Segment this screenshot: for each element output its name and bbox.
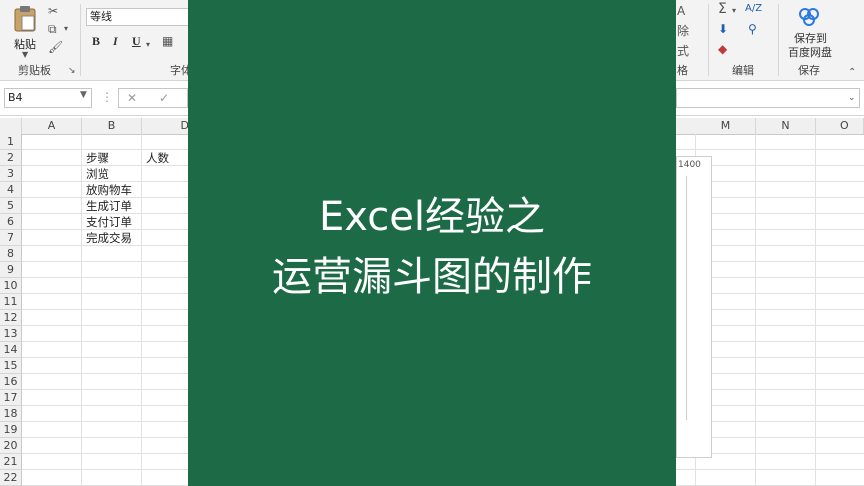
cell-b5[interactable]: 生成订单 <box>84 198 132 214</box>
row-header[interactable]: 8 <box>0 246 22 262</box>
title-overlay: Excel经验之 运营漏斗图的制作 <box>188 0 676 486</box>
gridline <box>815 134 816 486</box>
clipboard-group-label: 剪贴板 <box>18 64 51 77</box>
cell-b6[interactable]: 支付订单 <box>84 214 132 230</box>
row-header[interactable]: 16 <box>0 374 22 390</box>
more-options-icon[interactable]: ⋮ <box>101 90 113 104</box>
row-header[interactable]: 5 <box>0 198 22 214</box>
row-header[interactable]: 1 <box>0 134 22 150</box>
row-header[interactable]: 11 <box>0 294 22 310</box>
column-header-a[interactable]: A <box>22 118 82 134</box>
chevron-down-icon[interactable]: ▼ <box>80 90 87 100</box>
chevron-down-icon[interactable]: ▾ <box>64 22 68 36</box>
select-all-corner[interactable] <box>0 118 22 134</box>
row-header[interactable]: 13 <box>0 326 22 342</box>
clear-icon[interactable]: ◆ <box>718 42 727 56</box>
cell-b3[interactable]: 浏览 <box>84 166 109 182</box>
dialog-launcher-icon[interactable]: ↘ <box>68 64 76 78</box>
overlay-title-line-1: Excel经验之 <box>319 194 545 240</box>
save-to-baidu-label-line2[interactable]: 百度网盘 <box>788 46 832 60</box>
cells-group-label: 格 <box>677 64 688 77</box>
chart-tick-label: 1400 <box>678 160 701 170</box>
clipboard-icon <box>14 6 36 32</box>
chevron-down-icon[interactable]: ▾ <box>146 38 150 52</box>
row-header[interactable]: 12 <box>0 310 22 326</box>
overlay-title-line-2: 运营漏斗图的制作 <box>272 254 592 300</box>
cell-b7[interactable]: 完成交易 <box>84 230 132 246</box>
row-header[interactable]: 14 <box>0 342 22 358</box>
ribbon-separator <box>80 4 81 76</box>
cell-c2[interactable]: 人数 <box>144 150 169 166</box>
gridline <box>141 134 142 486</box>
column-header-m[interactable]: M <box>696 118 756 134</box>
styles-partial-label-3: 式 <box>677 44 690 58</box>
collapse-ribbon-icon[interactable]: ⌃ <box>848 66 856 80</box>
row-header[interactable]: 20 <box>0 438 22 454</box>
chevron-down-icon: ▼ <box>22 50 29 59</box>
save-to-baidu-label-line1[interactable]: 保存到 <box>794 32 827 46</box>
format-painter-icon[interactable]: 🖌 <box>48 40 63 54</box>
row-header[interactable]: 9 <box>0 262 22 278</box>
column-header-o[interactable]: O <box>816 118 864 134</box>
font-name-input[interactable]: 等线 <box>86 8 190 26</box>
column-header-n[interactable]: N <box>756 118 816 134</box>
gridline <box>755 134 756 486</box>
baidu-cloud-icon[interactable] <box>798 6 820 26</box>
bold-button[interactable]: B <box>92 34 100 49</box>
chevron-down-icon[interactable]: ▾ <box>732 4 736 18</box>
expand-formula-bar-icon[interactable]: ⌄ <box>848 91 856 105</box>
border-icon[interactable]: ▦ <box>162 34 173 48</box>
underline-button[interactable]: U <box>132 34 141 49</box>
enter-icon[interactable]: ✓ <box>159 91 169 105</box>
editing-group-label: 编辑 <box>732 64 754 77</box>
row-header[interactable]: 17 <box>0 390 22 406</box>
row-header[interactable]: 3 <box>0 166 22 182</box>
copy-icon[interactable]: ⧉ <box>48 22 57 36</box>
row-header[interactable]: 7 <box>0 230 22 246</box>
column-header-b[interactable]: B <box>82 118 142 134</box>
gridline <box>81 134 82 486</box>
italic-button[interactable]: I <box>113 34 118 49</box>
cancel-icon[interactable]: ✕ <box>127 91 137 105</box>
save-group-label: 保存 <box>798 64 820 77</box>
styles-partial-label-2: 除 <box>677 24 690 38</box>
row-header[interactable]: 4 <box>0 182 22 198</box>
cell-b2[interactable]: 步骤 <box>84 150 109 166</box>
row-header[interactable]: 18 <box>0 406 22 422</box>
name-box[interactable]: B4 <box>4 88 92 108</box>
row-header[interactable]: 21 <box>0 454 22 470</box>
row-header[interactable]: 6 <box>0 214 22 230</box>
chart-axis <box>686 176 687 420</box>
styles-partial-label-1: A <box>677 4 686 18</box>
formula-buttons: ✕ ✓ <box>118 88 188 108</box>
row-header[interactable]: 10 <box>0 278 22 294</box>
row-header[interactable]: 15 <box>0 358 22 374</box>
paste-button[interactable]: 粘贴 ▼ <box>6 4 46 59</box>
ribbon-separator <box>778 4 779 76</box>
cell-b4[interactable]: 放购物车 <box>84 182 132 198</box>
funnel-chart[interactable] <box>676 156 712 458</box>
row-header[interactable]: 19 <box>0 422 22 438</box>
fill-icon[interactable]: ⬇ <box>718 22 728 36</box>
cut-icon[interactable]: ✂ <box>48 4 58 18</box>
row-header[interactable]: 2 <box>0 150 22 166</box>
ribbon-separator <box>708 4 709 76</box>
sort-filter-icon[interactable]: A/Z <box>745 2 762 16</box>
autosum-icon[interactable]: Σ <box>718 2 727 16</box>
formula-input[interactable] <box>676 88 860 108</box>
find-icon[interactable]: ⚲ <box>748 22 757 36</box>
row-header[interactable]: 22 <box>0 470 22 486</box>
